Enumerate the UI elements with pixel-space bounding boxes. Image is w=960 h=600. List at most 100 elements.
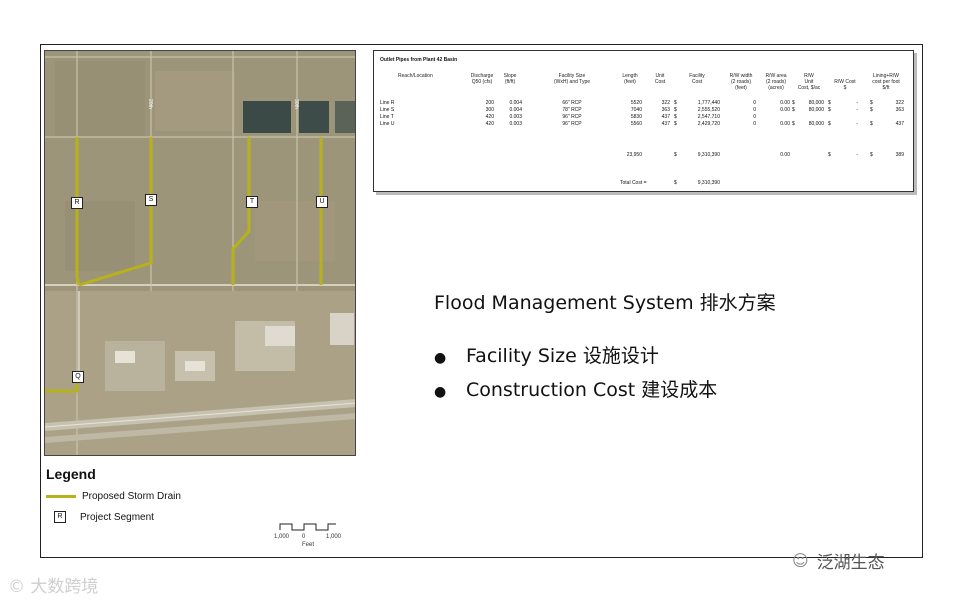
aerial-map-image [45,51,355,455]
bullet-list: ● Facility Size 设施设计 ● Construction Cost… [434,341,894,402]
scale-bar: 1,000 0 1,000 Feet [272,520,344,550]
road-label-30th: 30th [293,99,299,109]
row-rw-cost: - [856,121,858,127]
row-slope: 0.004 [509,107,522,113]
row-rw-area: 0.00 [780,107,790,113]
total-lining-currency: $ [870,152,873,158]
row-slope: 0.003 [509,121,522,127]
row-lining: 363 [895,107,904,113]
header-rw-width-3: (feet) [735,85,747,91]
row-rw-cost-currency: $ [828,100,831,106]
row-size: 78" RCP [562,107,582,113]
row-lining: 322 [895,100,904,106]
row-rw-width: 0 [753,107,756,113]
segment-label-u: U [316,196,328,208]
segment-label-t: T [246,196,258,208]
row-facility-cost: 2,429,720 [697,121,720,127]
legend-project-segment-label: Project Segment [80,511,154,523]
row-rw-unit-cost: 80,000 [808,121,824,127]
header-unit-cost-2: Cost [654,79,666,85]
total-rw-cost: - [856,152,858,158]
slide-text: Flood Management System 排水方案 ● Facility … [434,288,894,409]
total-cost-value: 9,310,390 [697,180,720,186]
header-rw-unit-3: Cost, $/ac [797,85,821,91]
row-rw-width: 0 [753,114,756,120]
legend-storm-drain-label: Proposed Storm Drain [82,491,181,502]
header-slope-2: (ft/ft) [504,79,516,85]
legend-item-storm-drain: Proposed Storm Drain [46,491,181,502]
segment-label-s: S [145,194,157,206]
row-cost-currency: $ [674,107,677,113]
storm-drain-swatch [46,495,76,498]
project-segment-symbol: R [54,511,66,523]
total-cost-label: Total Cost = [620,180,647,186]
row-rw-width: 0 [753,100,756,106]
row-rw-cost-currency: $ [828,107,831,113]
row-length: 7040 [630,107,642,113]
scale-tick-zero: 0 [302,534,306,540]
row-rw-unit-cost: 80,000 [808,107,824,113]
slide-heading: Flood Management System 排水方案 [434,292,776,314]
row-facility-cost: 1,777,440 [697,100,720,106]
scale-tick-right: 1,000 [326,534,342,540]
row-reach: Line U [380,121,395,127]
scale-unit: Feet [302,542,315,548]
legend-item-project-segment: R Project Segment [46,511,154,523]
row-size: 66" RCP [562,100,582,106]
row-length: 5830 [630,114,642,120]
row-size: 96" RCP [562,121,582,127]
row-cost-currency: $ [674,114,677,120]
row-unit-cost: 437 [661,121,670,127]
row-rw-unit-currency: $ [792,100,795,106]
header-reach: Reach/Location [398,73,433,79]
row-facility-cost: 2,547,710 [697,114,720,120]
header-discharge-2: Q50 (cfs) [471,79,493,85]
bullet-dot-icon: ● [434,384,447,400]
road-label-20th: 20th [147,99,153,109]
row-discharge: 200 [485,100,494,106]
row-rw-area: 0.00 [780,121,790,127]
watermark-left: © 大数跨境 [8,577,99,597]
row-unit-cost: 322 [661,100,670,106]
row-reach: Line R [380,100,395,106]
segment-label-r: R [71,197,83,209]
row-facility-cost: 2,555,520 [697,107,720,113]
total-lining: 389 [895,152,904,158]
header-facility-cost-2: Cost [691,79,703,85]
total-facility-cost: 9,310,390 [697,152,720,158]
row-unit-cost: 363 [661,107,670,113]
row-reach: Line T [380,114,394,120]
table-title: Outlet Pipes from Plant 42 Basin [380,57,458,63]
row-length: 5520 [630,100,642,106]
wechat-icon: ☺ [792,551,809,570]
row-size: 96" RCP [562,114,582,120]
row-discharge: 420 [485,121,494,127]
row-cost-currency: $ [674,121,677,127]
row-rw-width: 0 [753,121,756,127]
row-rw-area: 0.00 [780,100,790,106]
row-reach: Line S [380,107,395,113]
row-lining: 437 [895,121,904,127]
row-rw-unit-currency: $ [792,107,795,113]
row-discharge: 300 [485,107,494,113]
header-lining-3: $/ft [882,85,890,91]
row-lining-currency: $ [870,107,873,113]
row-rw-cost-currency: $ [828,121,831,127]
row-lining-currency: $ [870,100,873,106]
header-size-2: (WxH) and Type [553,79,591,85]
bullet-item: ● Facility Size 设施设计 [434,341,894,368]
row-length: 5560 [630,121,642,127]
watermark-right-text: 泛湖生态 [816,553,885,573]
bullet-text: Facility Size 设施设计 [466,345,659,367]
bullet-dot-icon: ● [434,350,447,366]
total-rw-area: 0.00 [780,152,790,158]
total-rw-cost-currency: $ [828,152,831,158]
total-currency: $ [674,152,677,158]
row-slope: 0.003 [509,114,522,120]
total-cost-currency: $ [674,180,677,186]
aerial-map: R S T U Q 20th 30th [44,50,356,456]
watermark-right: ☺ 泛湖生态 [792,548,885,573]
total-length: 23,950 [626,152,642,158]
scale-tick-left: 1,000 [274,534,290,540]
legend-title: Legend [46,466,96,482]
